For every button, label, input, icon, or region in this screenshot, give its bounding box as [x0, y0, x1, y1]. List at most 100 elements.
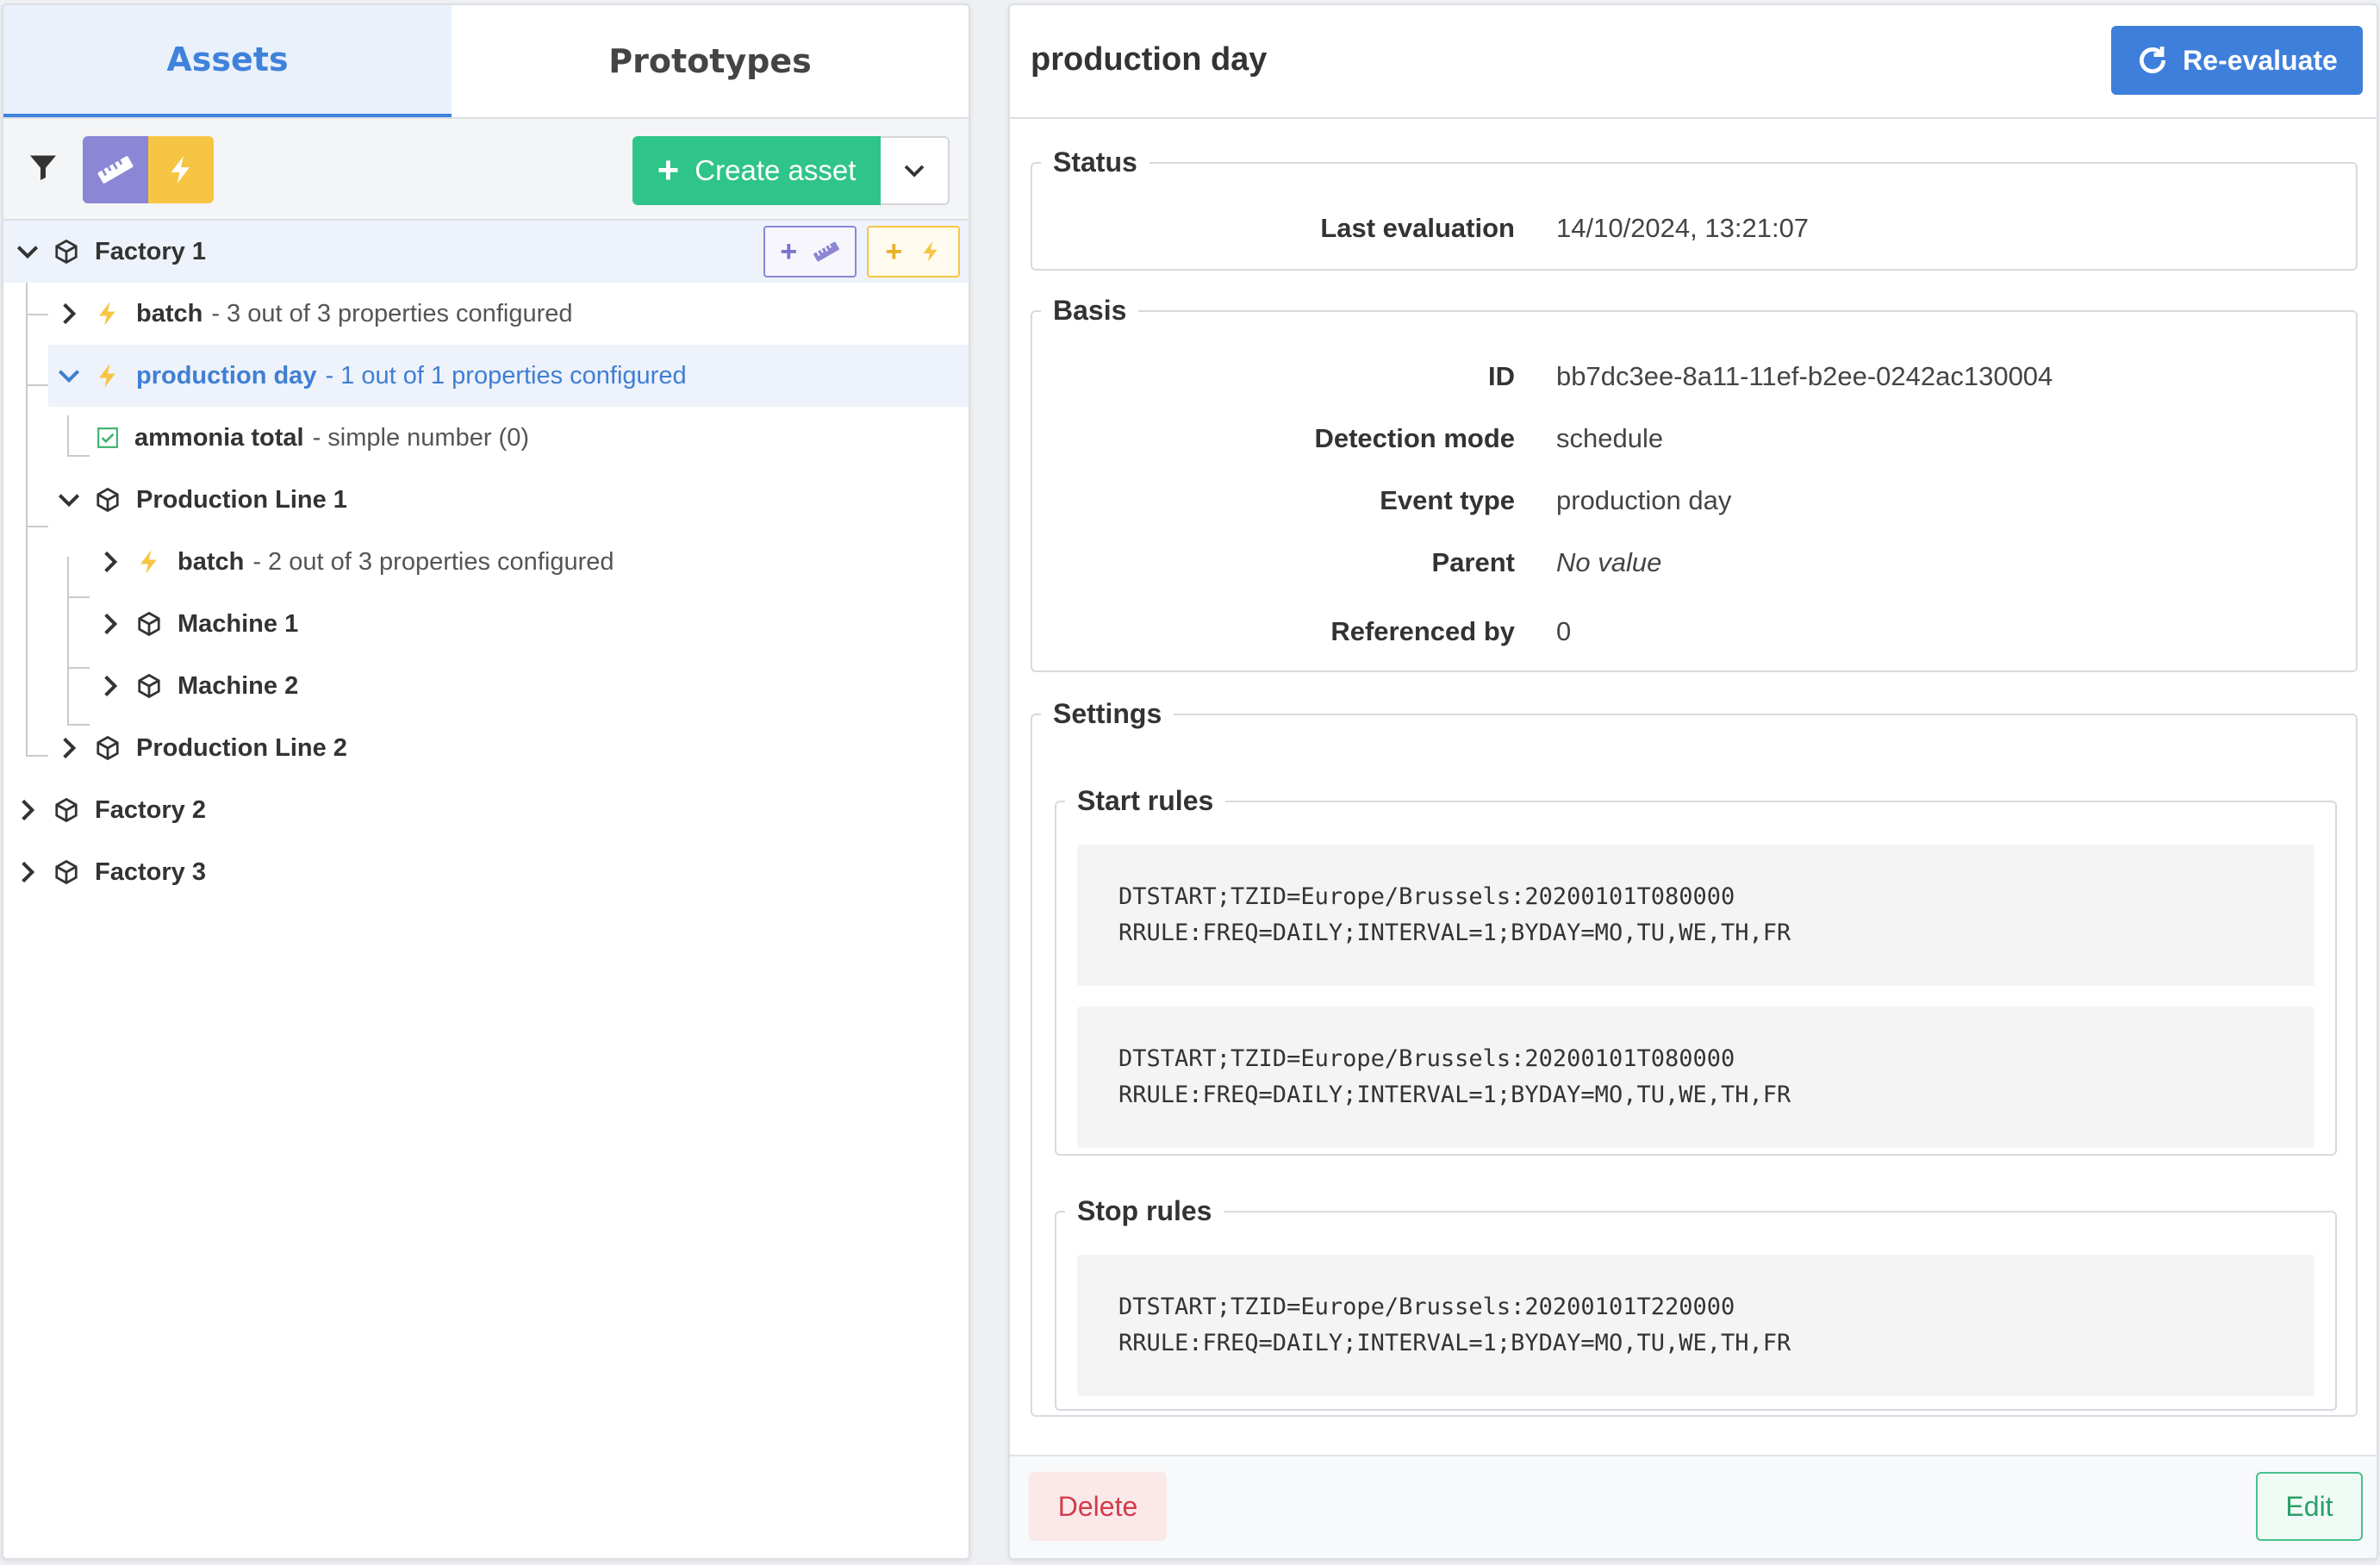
type-filter-toggle-group: [83, 136, 214, 203]
tree-node-production-line-2[interactable]: Production Line 2: [3, 717, 969, 779]
chevron-down-icon[interactable]: [14, 238, 41, 265]
cube-icon: [138, 611, 160, 637]
referenced-by-label: Referenced by: [1330, 616, 1515, 646]
tree-node-label: Machine 1: [178, 609, 299, 638]
tree-node-description: - 2 out of 3 properties configured: [252, 547, 614, 576]
start-rule-block: DTSTART;TZID=Europe/Brussels:20200101T08…: [1077, 1007, 2315, 1148]
cube-icon: [97, 487, 119, 513]
panel-tabs: Assets Prototypes: [3, 5, 969, 119]
bolt-icon: [99, 302, 115, 326]
tree-node-label: ammonia total: [134, 423, 304, 452]
event-filter-toggle[interactable]: [148, 136, 214, 203]
cube-icon: [55, 797, 78, 823]
stop-rules-legend: Stop rules: [1077, 1195, 1212, 1226]
event-type-label: Event type: [1380, 485, 1515, 515]
cube-icon: [55, 239, 78, 265]
tree-node-production-line-1[interactable]: Production Line 1: [3, 469, 969, 531]
cube-icon: [55, 859, 78, 885]
start-rules-legend: Start rules: [1077, 785, 1214, 816]
create-options-dropdown[interactable]: [881, 136, 950, 205]
chevron-right-icon[interactable]: [97, 548, 124, 576]
create-asset-button[interactable]: + Create asset: [632, 136, 881, 205]
start-rule-block: DTSTART;TZID=Europe/Brussels:20200101T08…: [1077, 845, 2315, 986]
chevron-right-icon[interactable]: [97, 610, 124, 638]
tree-node-label: Production Line 2: [136, 733, 347, 762]
plus-icon: +: [885, 234, 903, 268]
measurement-filter-toggle[interactable]: [83, 136, 148, 203]
tree-node-machine-2[interactable]: Machine 2: [3, 655, 969, 717]
tree-node-batch[interactable]: batch - 3 out of 3 properties configured: [3, 283, 969, 345]
tree-node-label: production day: [136, 361, 317, 390]
settings-legend: Settings: [1053, 698, 1162, 729]
create-asset-label: Create asset: [695, 154, 857, 186]
tree-node-production-day[interactable]: production day - 1 out of 1 properties c…: [48, 345, 969, 407]
tab-assets[interactable]: Assets: [3, 5, 452, 117]
detail-header: production day Re-evaluate: [1010, 5, 2377, 119]
filter-icon[interactable]: [28, 152, 59, 183]
event-type-value: production day: [1556, 485, 1732, 515]
chevron-down-icon: [904, 165, 925, 178]
id-value: bb7dc3ee-8a11-11ef-b2ee-0242ac130004: [1556, 361, 2053, 391]
tree-node-label: batch: [178, 547, 245, 576]
node-actions: + +: [763, 226, 960, 277]
detail-title: production day: [1031, 41, 1268, 78]
chevron-right-icon[interactable]: [97, 672, 124, 700]
chevron-right-icon[interactable]: [55, 734, 83, 762]
parent-value: No value: [1556, 547, 1662, 577]
ruler-icon: [813, 241, 839, 262]
plus-icon: +: [780, 234, 798, 268]
tree-node-ammonia-total[interactable]: ammonia total - simple number (0): [3, 407, 969, 469]
ruler-icon: [97, 156, 134, 184]
last-evaluation-value: 14/10/2024, 13:21:07: [1556, 213, 1810, 243]
chevron-right-icon[interactable]: [14, 796, 41, 824]
tree-node-machine-1[interactable]: Machine 1: [3, 593, 969, 655]
detail-footer: Delete Edit: [1010, 1455, 2377, 1558]
re-evaluate-button[interactable]: Re-evaluate: [2111, 26, 2363, 95]
tree-node-description: - 3 out of 3 properties configured: [211, 299, 573, 327]
last-evaluation-label: Last evaluation: [1320, 213, 1515, 243]
checkbox-checked-icon: [97, 427, 118, 448]
detail-panel: production day Re-evaluate Status Last e…: [1008, 3, 2378, 1560]
bolt-icon: [99, 364, 115, 388]
chevron-right-icon[interactable]: [14, 858, 41, 886]
chevron-down-icon[interactable]: [55, 486, 83, 514]
tree-toolbar: + Create asset: [3, 119, 969, 221]
re-evaluate-label: Re-evaluate: [2183, 44, 2338, 76]
tab-prototypes[interactable]: Prototypes: [452, 5, 969, 117]
tree-node-label: Production Line 1: [136, 485, 347, 514]
tree-node-batch[interactable]: batch - 2 out of 3 properties configured: [3, 531, 969, 593]
stop-rules-fieldset: Stop rules DTSTART;TZID=Europe/Brussels:…: [1055, 1195, 2337, 1411]
tree-node-description: - 1 out of 1 properties configured: [325, 361, 687, 390]
tree-node-factory-3[interactable]: Factory 3: [3, 841, 969, 903]
basis-legend: Basis: [1053, 295, 1127, 326]
cube-icon: [97, 735, 119, 761]
tree-node-label: Factory 2: [95, 795, 206, 824]
cube-icon: [138, 673, 160, 699]
add-event-button[interactable]: +: [867, 226, 960, 277]
edit-button[interactable]: Edit: [2256, 1472, 2363, 1541]
delete-button[interactable]: Delete: [1029, 1472, 1167, 1541]
bolt-icon: [140, 550, 157, 574]
asset-tree: Factory 1 + + batch - 3 out of 3 propert…: [3, 221, 969, 1558]
bolt-icon: [922, 241, 938, 262]
detection-mode-value: schedule: [1556, 423, 1664, 453]
tree-node-label: Machine 2: [178, 671, 299, 700]
settings-fieldset: Settings Start rules DTSTART;TZID=Europe…: [1031, 698, 2358, 1417]
tree-node-label: batch: [136, 299, 203, 327]
parent-label: Parent: [1431, 547, 1515, 577]
status-legend: Status: [1053, 147, 1137, 178]
chevron-down-icon[interactable]: [55, 362, 83, 390]
bolt-icon: [171, 156, 190, 184]
id-label: ID: [1488, 361, 1515, 391]
tree-connector: [26, 384, 48, 386]
tree-node-description: - simple number (0): [312, 423, 529, 452]
referenced-by-value: 0: [1556, 616, 1572, 646]
add-measurement-button[interactable]: +: [763, 226, 857, 277]
status-fieldset: Status Last evaluation 14/10/2024, 13:21…: [1031, 147, 2358, 271]
tree-node-factory-1[interactable]: Factory 1 + +: [3, 221, 969, 283]
plus-icon: +: [657, 149, 680, 191]
basis-fieldset: Basis ID bb7dc3ee-8a11-11ef-b2ee-0242ac1…: [1031, 295, 2358, 672]
tree-node-factory-2[interactable]: Factory 2: [3, 779, 969, 841]
tree-node-label: Factory 3: [95, 857, 206, 886]
chevron-right-icon[interactable]: [55, 300, 83, 327]
